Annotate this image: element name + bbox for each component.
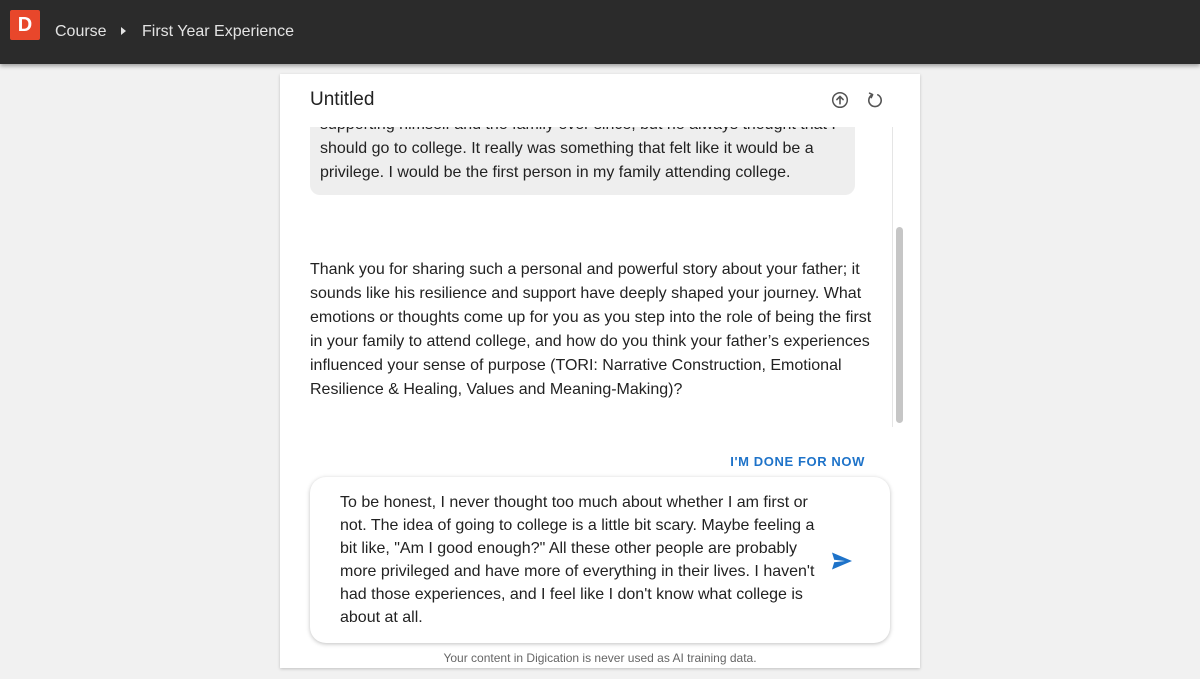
send-icon[interactable] (831, 551, 853, 571)
done-for-now-button[interactable]: I'M DONE FOR NOW (730, 454, 865, 469)
user-message-text: school. He told me that he started his o… (320, 127, 836, 181)
message-composer[interactable]: To be honest, I never thought too much a… (310, 477, 890, 643)
upload-circle-icon[interactable] (831, 91, 849, 109)
user-message-bubble: school. He told me that he started his o… (310, 127, 855, 195)
digication-logo[interactable]: D (10, 10, 40, 40)
breadcrumb-current[interactable]: First Year Experience (142, 22, 294, 42)
privacy-disclaimer: Your content in Digication is never used… (443, 651, 757, 665)
scrollbar-thumb[interactable] (896, 227, 903, 423)
breadcrumb-chevron-right-icon (121, 27, 126, 35)
chat-card: Untitled school. He told me that he star… (280, 74, 920, 668)
top-app-bar: D Course First Year Experience (0, 0, 1200, 64)
assistant-message: Thank you for sharing such a personal an… (310, 261, 872, 398)
refresh-icon[interactable] (866, 91, 884, 109)
breadcrumb-course[interactable]: Course (55, 22, 107, 42)
chat-title: Untitled (310, 89, 375, 110)
chat-transcript[interactable]: school. He told me that he started his o… (280, 127, 907, 427)
message-input[interactable]: To be honest, I never thought too much a… (340, 491, 820, 629)
